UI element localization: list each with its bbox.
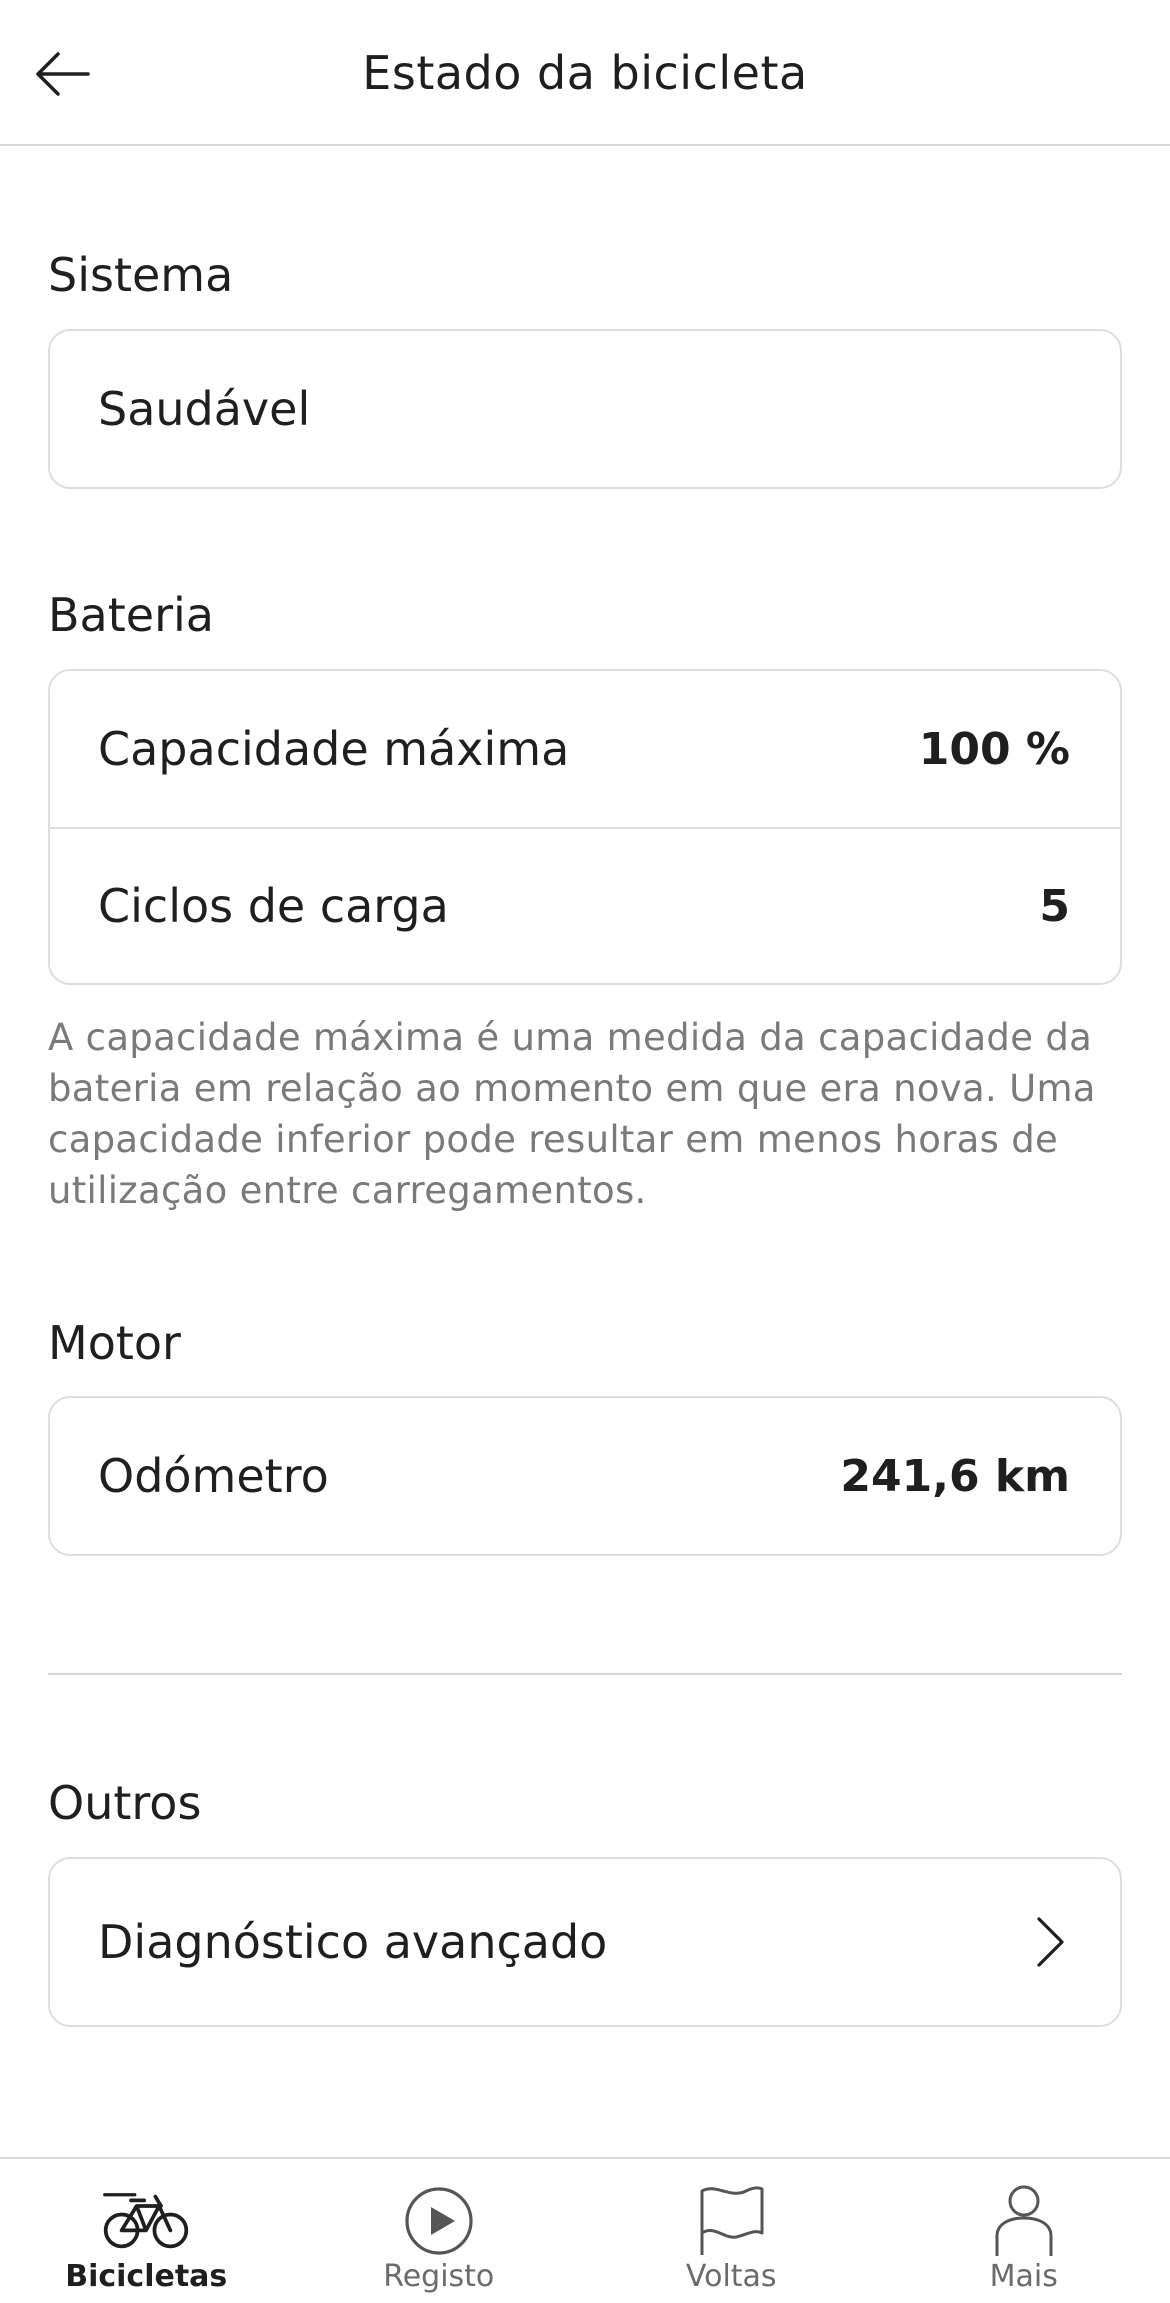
- section-title-outros: Outros: [48, 1776, 202, 1830]
- others-card: Diagnóstico avançado: [48, 1857, 1122, 2027]
- section-divider: [48, 1673, 1122, 1675]
- system-status-value: Saudável: [98, 382, 311, 436]
- bottom-tab-bar: Bicicletas Registo Voltas Mais: [0, 2157, 1170, 2303]
- section-title-motor: Motor: [48, 1316, 181, 1370]
- odometer-value: 241,6 km: [840, 1450, 1070, 1502]
- tab-label-voltas: Voltas: [685, 2259, 777, 2294]
- battery-capacity-value: 100 %: [918, 723, 1070, 775]
- play-circle-icon: [394, 2181, 484, 2261]
- battery-capacity-row: Capacidade máxima 100 %: [50, 671, 1120, 827]
- tab-bicicletas[interactable]: Bicicletas: [0, 2159, 293, 2303]
- tab-registo[interactable]: Registo: [293, 2159, 586, 2303]
- system-status-card: Saudável: [48, 329, 1122, 489]
- odometer-row: Odómetro 241,6 km: [50, 1398, 1120, 1554]
- chevron-right-icon: [1030, 1914, 1070, 1970]
- charge-cycles-row: Ciclos de carga 5: [50, 827, 1120, 983]
- flag-icon: [686, 2181, 776, 2261]
- charge-cycles-value: 5: [1039, 880, 1070, 932]
- section-title-bateria: Bateria: [48, 588, 214, 642]
- battery-card: Capacidade máxima 100 % Ciclos de carga …: [48, 669, 1122, 985]
- advanced-diagnostics-row[interactable]: Diagnóstico avançado: [50, 1859, 1120, 2025]
- odometer-label: Odómetro: [98, 1449, 329, 1503]
- tab-label-registo: Registo: [383, 2259, 495, 2294]
- advanced-diagnostics-label: Diagnóstico avançado: [98, 1915, 608, 1969]
- battery-capacity-note: A capacidade máxima é uma medida da capa…: [48, 1016, 1096, 1212]
- battery-capacity-label: Capacidade máxima: [98, 722, 570, 776]
- top-app-bar: Estado da bicicleta: [0, 0, 1170, 146]
- tab-label-mais: Mais: [989, 2259, 1058, 2294]
- section-title-sistema: Sistema: [48, 248, 234, 302]
- tab-mais[interactable]: Mais: [878, 2159, 1170, 2303]
- person-icon: [979, 2181, 1069, 2261]
- charge-cycles-label: Ciclos de carga: [98, 879, 449, 933]
- bicycle-icon: [101, 2181, 191, 2261]
- page-title: Estado da bicicleta: [362, 46, 808, 100]
- tab-label-bicicletas: Bicicletas: [65, 2259, 228, 2294]
- system-status-row: Saudável: [50, 331, 1120, 487]
- tab-voltas[interactable]: Voltas: [585, 2159, 878, 2303]
- motor-card: Odómetro 241,6 km: [48, 1396, 1122, 1556]
